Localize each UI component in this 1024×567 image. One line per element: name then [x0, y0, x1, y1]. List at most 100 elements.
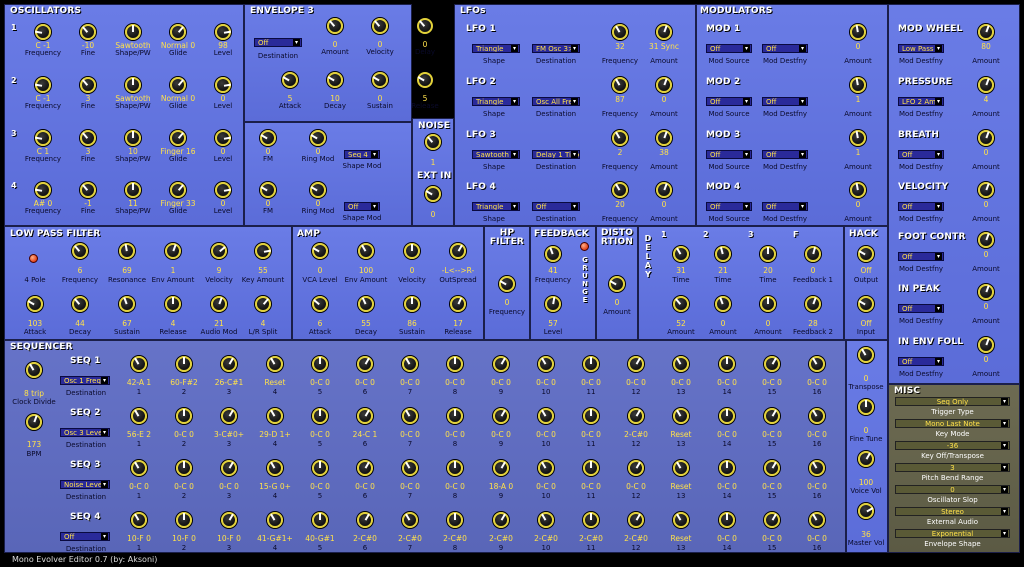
amp-top-2-knob[interactable] — [404, 243, 420, 259]
osc-4-param-1-knob[interactable] — [80, 182, 96, 198]
lpf-top-5-knob[interactable] — [255, 243, 271, 259]
delay-bottom-3-knob[interactable] — [805, 296, 821, 312]
seq-1-step-6-knob[interactable] — [357, 356, 373, 372]
mod-3-source-dropdown[interactable]: Off — [706, 150, 752, 159]
noise-knob[interactable] — [425, 134, 441, 150]
rightmod-1-destination-dropdown[interactable]: LFO 2 Amt — [898, 97, 944, 106]
osc-4-param-4-knob[interactable] — [215, 182, 231, 198]
seq-1-step-11-knob[interactable] — [583, 356, 599, 372]
misc-5-dropdown[interactable]: Stereo — [895, 507, 1010, 516]
seq-2-step-2-knob[interactable] — [176, 408, 192, 424]
lfo-1-amount-knob[interactable] — [656, 24, 672, 40]
osc-2-param-2-knob[interactable] — [125, 77, 141, 93]
seq-1-step-1-knob[interactable] — [131, 356, 147, 372]
seq-2-step-3-knob[interactable] — [221, 408, 237, 424]
misc-knob-3[interactable] — [858, 503, 874, 519]
amp-bottom-1-knob[interactable] — [358, 296, 374, 312]
seq-1-step-13-knob[interactable] — [673, 356, 689, 372]
osc-3-param-0-knob[interactable] — [35, 130, 51, 146]
env3-destination-dropdown[interactable]: Off — [254, 38, 302, 47]
seq-2-destination-dropdown[interactable]: Osc 3 Level — [60, 428, 110, 437]
osc-4-ring-mod-knob[interactable] — [310, 182, 326, 198]
env3-top-0-knob[interactable] — [327, 18, 343, 34]
hack-output-knob[interactable] — [858, 246, 874, 262]
hp-filter-frequency-knob[interactable] — [499, 276, 515, 292]
mod-4-destination-dropdown[interactable]: Off — [762, 202, 808, 211]
seq-4-step-10-knob[interactable] — [538, 512, 554, 528]
rightmod-5-destination-dropdown[interactable]: Off — [898, 304, 944, 313]
feedback-level-knob[interactable] — [545, 296, 561, 312]
seq-1-step-14-knob[interactable] — [719, 356, 735, 372]
feedback-frequency-knob[interactable] — [545, 246, 561, 262]
seq-2-step-4-knob[interactable] — [267, 408, 283, 424]
osc-4-fm-knob[interactable] — [260, 182, 276, 198]
seq-3-step-11-knob[interactable] — [583, 460, 599, 476]
lpf-bottom-4-knob[interactable] — [211, 296, 227, 312]
mod-4-amount-knob[interactable] — [850, 182, 866, 198]
seq-4-step-14-knob[interactable] — [719, 512, 735, 528]
seq-3-step-5-knob[interactable] — [312, 460, 328, 476]
seq-4-step-13-knob[interactable] — [673, 512, 689, 528]
seq-3-step-15-knob[interactable] — [764, 460, 780, 476]
seq-3-step-10-knob[interactable] — [538, 460, 554, 476]
lpf-bottom-2-knob[interactable] — [119, 296, 135, 312]
seq-3-step-12-knob[interactable] — [628, 460, 644, 476]
lfo-1-destination-dropdown[interactable]: FM Osc 3>4 — [532, 44, 580, 53]
osc-3-fm-knob[interactable] — [260, 130, 276, 146]
amp-bottom-3-knob[interactable] — [450, 296, 466, 312]
rightmod-4-amount-knob[interactable] — [978, 232, 994, 248]
seq-3-destination-dropdown[interactable]: Noise Level — [60, 480, 110, 489]
lpf-top-4-knob[interactable] — [211, 243, 227, 259]
amp-bottom-0-knob[interactable] — [312, 296, 328, 312]
lpf-top-1-knob[interactable] — [72, 243, 88, 259]
osc-3-ring-mod-knob[interactable] — [310, 130, 326, 146]
env3-top-1-knob[interactable] — [372, 18, 388, 34]
misc-1-dropdown[interactable]: Mono Last Note — [895, 419, 1010, 428]
delay-bottom-1-knob[interactable] — [715, 296, 731, 312]
seq-4-step-16-knob[interactable] — [809, 512, 825, 528]
seq-1-step-4-knob[interactable] — [267, 356, 283, 372]
seq-2-step-11-knob[interactable] — [583, 408, 599, 424]
mod-3-amount-knob[interactable] — [850, 130, 866, 146]
seq-1-step-5-knob[interactable] — [312, 356, 328, 372]
lfo-2-frequency-knob[interactable] — [612, 77, 628, 93]
delay-bottom-0-knob[interactable] — [673, 296, 689, 312]
seq-3-step-13-knob[interactable] — [673, 460, 689, 476]
seq-2-step-8-knob[interactable] — [447, 408, 463, 424]
seq-1-destination-dropdown[interactable]: Osc 1 Freq — [60, 376, 110, 385]
seq-3-step-16-knob[interactable] — [809, 460, 825, 476]
env3-bottom-2-knob[interactable] — [372, 72, 388, 88]
bpm-knob[interactable] — [26, 414, 42, 430]
seq-3-step-8-knob[interactable] — [447, 460, 463, 476]
env3-bottom-0-knob[interactable] — [282, 72, 298, 88]
seq-3-step-14-knob[interactable] — [719, 460, 735, 476]
osc-3-param-4-knob[interactable] — [215, 130, 231, 146]
seq-3-step-4-knob[interactable] — [267, 460, 283, 476]
seq-4-step-8-knob[interactable] — [447, 512, 463, 528]
misc-3-dropdown[interactable]: 3 — [895, 463, 1010, 472]
lfo-3-frequency-knob[interactable] — [612, 130, 628, 146]
rightmod-1-amount-knob[interactable] — [978, 77, 994, 93]
osc-3-param-3-knob[interactable] — [170, 130, 186, 146]
osc-1-param-1-knob[interactable] — [80, 24, 96, 40]
osc-3-param-2-knob[interactable] — [125, 130, 141, 146]
osc-3-shape-mod-dropdown[interactable]: Seq 4 — [344, 150, 380, 159]
lfo-4-shape-dropdown[interactable]: Triangle — [472, 202, 520, 211]
seq-4-step-7-knob[interactable] — [402, 512, 418, 528]
seq-1-step-10-knob[interactable] — [538, 356, 554, 372]
delay-top-2-knob[interactable] — [760, 246, 776, 262]
rightmod-2-amount-knob[interactable] — [978, 130, 994, 146]
mod-4-source-dropdown[interactable]: Off — [706, 202, 752, 211]
seq-2-step-10-knob[interactable] — [538, 408, 554, 424]
lpf-bottom-3-knob[interactable] — [165, 296, 181, 312]
distortion-amount-knob[interactable] — [609, 276, 625, 292]
seq-2-step-6-knob[interactable] — [357, 408, 373, 424]
lpf-4-pole-led[interactable] — [29, 254, 38, 263]
mod-1-amount-knob[interactable] — [850, 24, 866, 40]
rightmod-5-amount-knob[interactable] — [978, 284, 994, 300]
lpf-bottom-0-knob[interactable] — [27, 296, 43, 312]
env3-bottom-1-knob[interactable] — [327, 72, 343, 88]
osc-2-param-4-knob[interactable] — [215, 77, 231, 93]
osc-1-param-0-knob[interactable] — [35, 24, 51, 40]
amp-top-1-knob[interactable] — [358, 243, 374, 259]
